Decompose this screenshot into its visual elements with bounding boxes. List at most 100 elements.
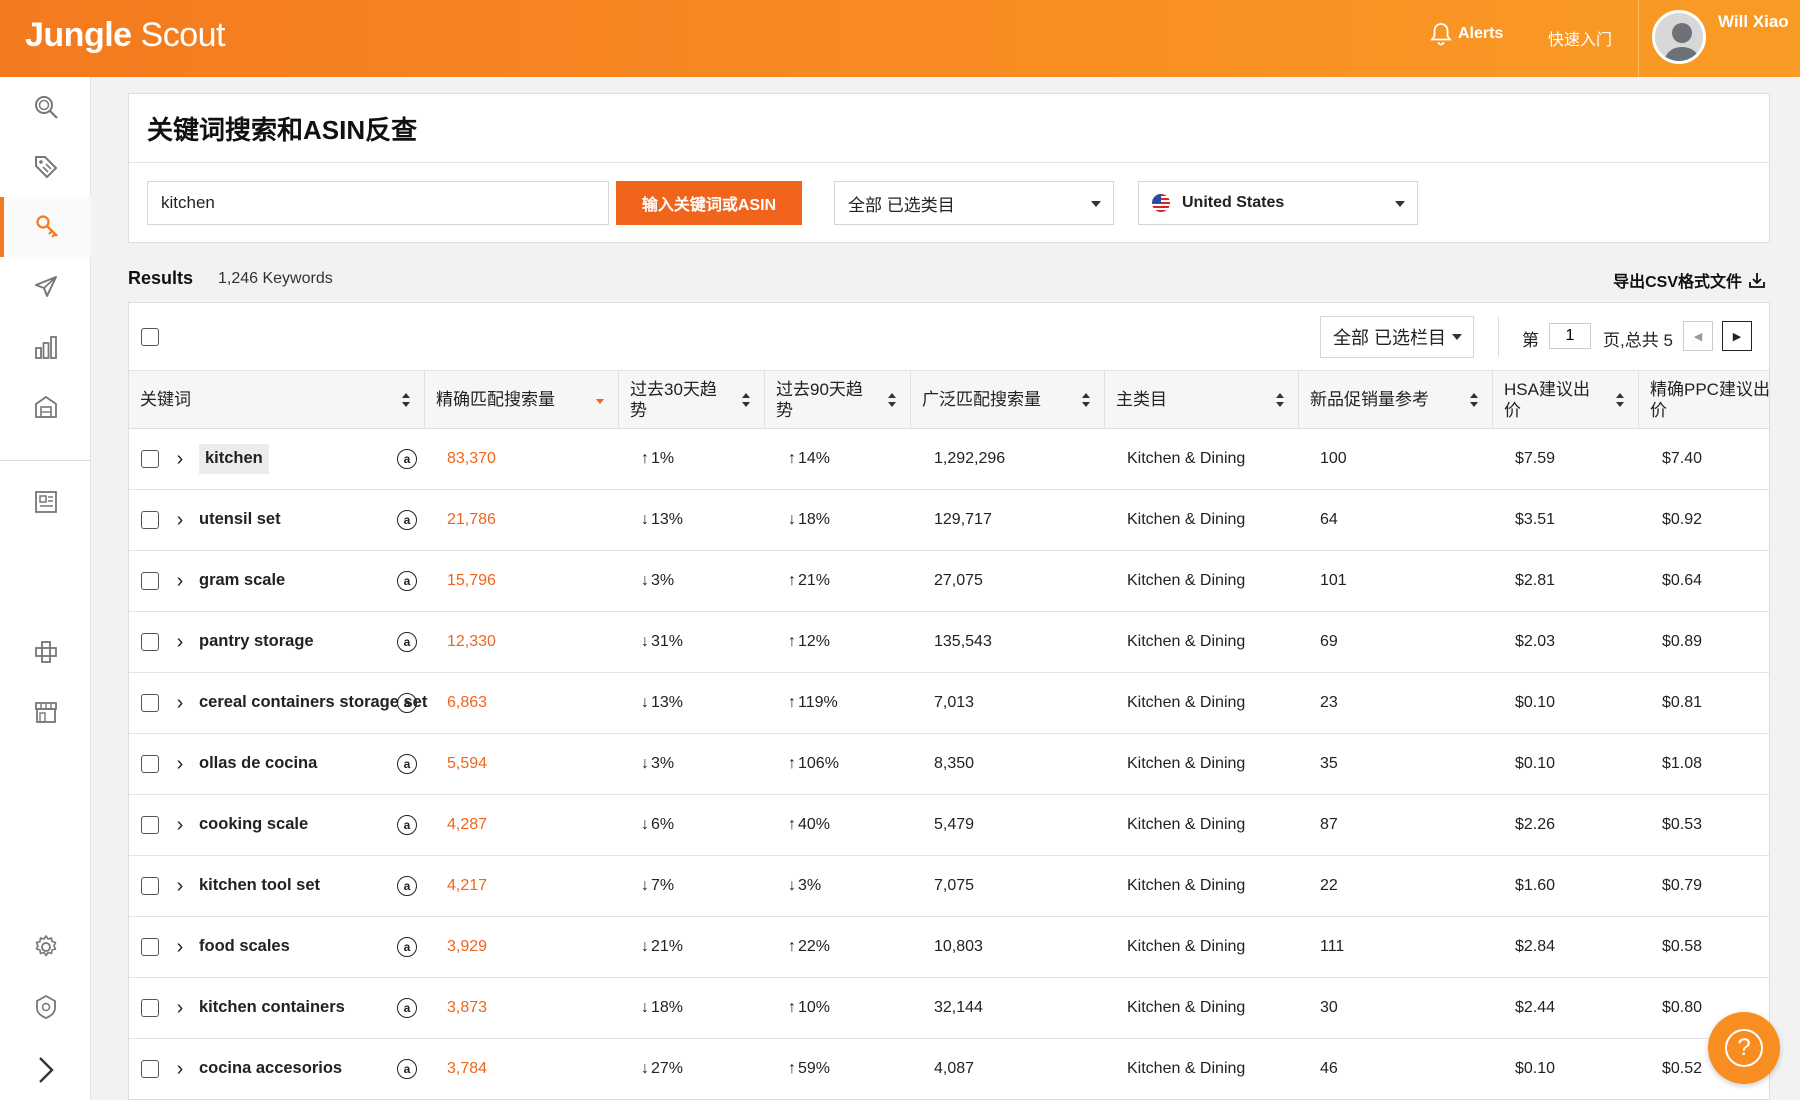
amazon-icon[interactable]: a: [397, 876, 417, 896]
keyword-cell[interactable]: food scales: [199, 917, 429, 977]
chevron-right-icon[interactable]: ›: [173, 734, 187, 794]
sidebar-item-extensions[interactable]: [0, 622, 91, 682]
chevron-right-icon[interactable]: ›: [173, 490, 187, 550]
col-header-promo-units[interactable]: 新品促销量参考: [1299, 371, 1493, 429]
row-checkbox[interactable]: [141, 511, 159, 529]
sidebar-item-news[interactable]: [0, 472, 91, 532]
help-button[interactable]: ?: [1708, 1012, 1780, 1084]
search-button[interactable]: 输入关键词或ASIN: [616, 181, 802, 225]
prev-page-button[interactable]: ◀: [1683, 321, 1713, 351]
sidebar-item-keyword-scout[interactable]: [0, 197, 91, 257]
sidebar-item-sales-analytics[interactable]: [0, 317, 91, 377]
col-header-hsa-bid[interactable]: HSA建议出价: [1493, 371, 1639, 429]
keyword-cell[interactable]: ollas de cocina: [199, 734, 429, 794]
row-checkbox[interactable]: [141, 572, 159, 590]
bell-icon: [1430, 23, 1452, 46]
sidebar-item-search[interactable]: [0, 77, 91, 137]
page-number-input[interactable]: [1549, 323, 1591, 349]
chevron-right-icon[interactable]: ›: [173, 673, 187, 733]
col-header-category[interactable]: 主类目: [1105, 371, 1299, 429]
table-row[interactable]: › cereal containers storage set a 6,863 ↓ 13%…: [129, 673, 1769, 734]
trend-arrow-icon: ↑: [788, 450, 796, 467]
category-cell: Kitchen & Dining: [1127, 633, 1246, 650]
amazon-icon[interactable]: a: [397, 571, 417, 591]
table-row[interactable]: › gram scale a 15,796 ↓ 3% ↑ 21% 27,075 Kitchen &…: [129, 551, 1769, 612]
row-checkbox[interactable]: [141, 633, 159, 651]
sidebar-collapse-toggle[interactable]: [0, 1040, 91, 1100]
row-checkbox[interactable]: [141, 755, 159, 773]
amazon-icon[interactable]: a: [397, 449, 417, 469]
table-row[interactable]: › pantry storage a 12,330 ↓ 31% ↑ 12% 135,543 Kit…: [129, 612, 1769, 673]
row-checkbox[interactable]: [141, 938, 159, 956]
keyword-cell[interactable]: cocina accesorios: [199, 1039, 429, 1099]
table-row[interactable]: › kitchen containers a 3,873 ↓ 18% ↑ 10% 32,144 K…: [129, 978, 1769, 1039]
username[interactable]: Will Xiao: [1718, 12, 1789, 32]
row-checkbox[interactable]: [141, 999, 159, 1017]
trend-30-cell: ↓ 21%: [641, 938, 684, 955]
sidebar-item-product-tracker[interactable]: [0, 137, 91, 197]
col-header-keyword[interactable]: 关键词: [129, 371, 425, 429]
chevron-right-icon[interactable]: ›: [173, 1039, 187, 1099]
keyword-cell[interactable]: pantry storage: [199, 612, 429, 672]
category-select[interactable]: 全部 已选类目: [834, 181, 1114, 225]
quickstart-link[interactable]: 快速入门: [1548, 26, 1612, 50]
amazon-icon[interactable]: a: [397, 693, 417, 713]
amazon-icon[interactable]: a: [397, 510, 417, 530]
col-header-broad-volume[interactable]: 广泛匹配搜索量: [911, 371, 1105, 429]
keyword-cell[interactable]: cooking scale: [199, 795, 429, 855]
table-row[interactable]: › food scales a 3,929 ↓ 21% ↑ 22% 10,803 Kitchen …: [129, 917, 1769, 978]
amazon-icon[interactable]: a: [397, 1059, 417, 1079]
column-select[interactable]: 全部 已选栏目: [1320, 316, 1474, 358]
table-row[interactable]: › kitchen a 83,370 ↑ 1% ↑ 14% 1,292,296 Kitchen &…: [129, 429, 1769, 490]
sidebar-item-settings[interactable]: [0, 917, 91, 977]
amazon-icon[interactable]: a: [397, 815, 417, 835]
row-checkbox[interactable]: [141, 1060, 159, 1078]
amazon-icon[interactable]: a: [397, 754, 417, 774]
amazon-icon[interactable]: a: [397, 998, 417, 1018]
sidebar-item-marketplace[interactable]: [0, 682, 91, 742]
col-header-exact-volume[interactable]: 精确匹配搜索量: [425, 371, 619, 429]
country-select[interactable]: United States: [1138, 181, 1418, 225]
row-checkbox[interactable]: [141, 877, 159, 895]
keyword-cell[interactable]: kitchen tool set: [199, 856, 429, 916]
chevron-right-icon[interactable]: ›: [173, 551, 187, 611]
row-checkbox[interactable]: [141, 816, 159, 834]
sidebar-item-security[interactable]: [0, 977, 91, 1037]
row-checkbox[interactable]: [141, 694, 159, 712]
caret-right-icon: ▶: [1732, 330, 1742, 343]
col-header-ppc-bid[interactable]: 精确PPC建议出价: [1639, 371, 1769, 429]
sidebar-item-inventory[interactable]: [0, 377, 91, 437]
export-csv-button[interactable]: 导出CSV格式文件: [1613, 268, 1766, 292]
select-all-checkbox[interactable]: [141, 328, 159, 346]
next-page-button[interactable]: ▶: [1722, 321, 1752, 351]
table-row[interactable]: › kitchen tool set a 4,217 ↓ 7% ↓ 3% 7,075 Kitche…: [129, 856, 1769, 917]
table-row[interactable]: › cocina accesorios a 3,784 ↓ 27% ↑ 59% 4,087 Kit…: [129, 1039, 1769, 1099]
search-input[interactable]: [147, 181, 609, 225]
chevron-right-icon[interactable]: ›: [173, 795, 187, 855]
sidebar-item-launch[interactable]: [0, 257, 91, 317]
keyword-cell[interactable]: gram scale: [199, 551, 429, 611]
chevron-right-icon[interactable]: ›: [173, 612, 187, 672]
alerts-button[interactable]: Alerts: [1430, 22, 1503, 46]
col-header-trend-90[interactable]: 过去90天趋势: [765, 371, 911, 429]
results-count: 1,246 Keywords: [218, 270, 333, 287]
keyword-cell[interactable]: utensil set: [199, 490, 429, 550]
table-row[interactable]: › cooking scale a 4,287 ↓ 6% ↑ 40% 5,479 Kitchen …: [129, 795, 1769, 856]
avatar[interactable]: [1652, 10, 1706, 64]
keyword-cell[interactable]: kitchen: [199, 429, 429, 489]
chevron-right-icon[interactable]: ›: [173, 429, 187, 489]
col-header-trend-30[interactable]: 过去30天趋势: [619, 371, 765, 429]
trend-90-cell: ↓ 3%: [788, 877, 822, 894]
keyword-cell[interactable]: kitchen containers: [199, 978, 429, 1038]
chevron-right-icon[interactable]: ›: [173, 917, 187, 977]
jungle-scout-logo[interactable]: Jungle Scout: [25, 16, 225, 55]
table-row[interactable]: › utensil set a 21,786 ↓ 13% ↓ 18% 129,717 Kitche…: [129, 490, 1769, 551]
chevron-right-icon[interactable]: ›: [173, 978, 187, 1038]
amazon-icon[interactable]: a: [397, 937, 417, 957]
table-row[interactable]: › ollas de cocina a 5,594 ↓ 3% ↑ 106% 8,350 Kitch…: [129, 734, 1769, 795]
keyword-cell[interactable]: cereal containers storage set: [199, 673, 429, 733]
amazon-icon[interactable]: a: [397, 632, 417, 652]
trend-arrow-icon: ↓: [641, 511, 649, 528]
row-checkbox[interactable]: [141, 450, 159, 468]
chevron-right-icon[interactable]: ›: [173, 856, 187, 916]
